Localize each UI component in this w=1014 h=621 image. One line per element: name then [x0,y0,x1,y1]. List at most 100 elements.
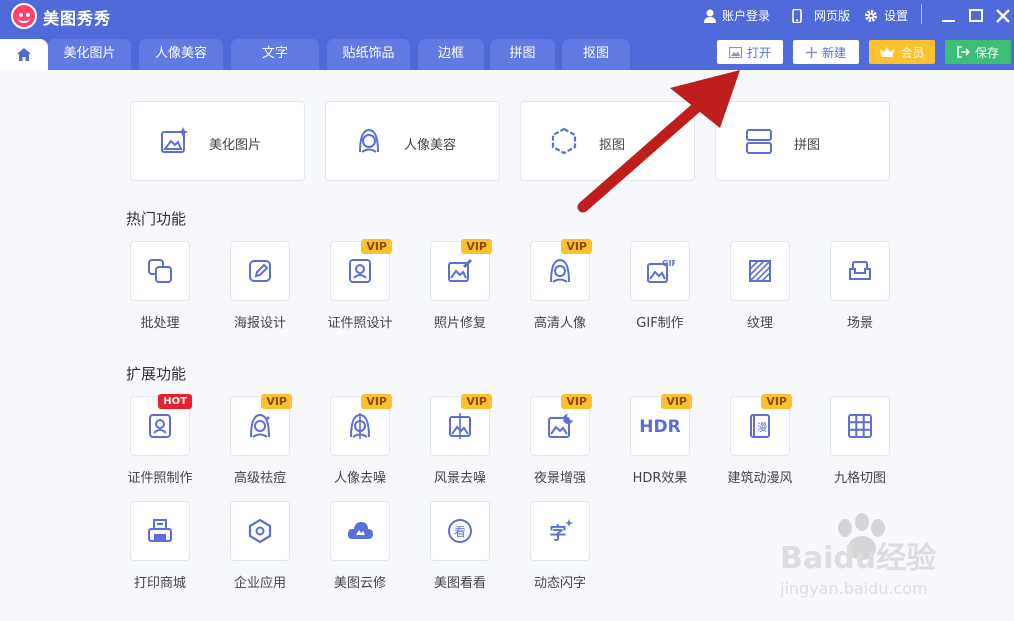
photo-repair-icon [448,258,473,282]
maximize-button[interactable] [965,5,987,27]
tab-portrait[interactable]: 人像美容 [139,39,223,70]
user-icon [704,9,716,23]
web-version-button[interactable]: 网页版 [792,7,850,24]
tool-night-enhance-label: 夜景增强 [533,471,586,486]
vip-button[interactable]: 会员 [869,40,935,64]
tab-beautify[interactable]: 美化图片 [48,39,131,70]
tab-text[interactable]: 文字 [231,39,319,70]
title-bar: 美图秀秀 账户登录 网页版 设置 [0,0,1014,38]
hexagon-cutout-icon [551,127,577,155]
phone-icon [792,8,802,23]
hdr-icon: HDR [640,417,680,437]
tool-batch[interactable]: 批处理 [117,241,203,331]
tool-viewer-label: 美图看看 [433,576,486,591]
acne-removal-icon [250,413,270,438]
settings-label: 设置 [884,9,909,23]
tool-gif[interactable]: GIF GIF制作 [617,241,703,331]
vip-badge: VIP [561,394,592,409]
tab-border[interactable]: 边框 [418,39,484,70]
viewer-char: 看 [454,525,466,539]
tool-scene-label: 场景 [846,316,873,331]
night-enhance-icon [548,414,573,438]
maximize-icon [969,9,983,22]
tool-id-photo-label: 证件照设计 [327,316,393,331]
settings-button[interactable]: 设置 [864,7,908,24]
tab-cutout[interactable]: 抠图 [562,39,630,70]
collage-icon [746,129,772,154]
tool-gif-label: GIF制作 [636,316,684,331]
tool-id-photo[interactable]: VIP 证件照设计 [317,239,403,331]
tool-printer[interactable]: 打印商城 [117,501,203,591]
vip-badge: VIP [461,239,492,254]
tool-acne-removal[interactable]: VIP 高级祛痘 [217,394,303,486]
gear-icon [865,9,877,22]
id-photo-icon [349,259,371,283]
tool-id-photo-make[interactable]: HOT 证件照制作 [117,394,203,486]
card-beautify[interactable]: 美化图片 [130,101,305,181]
vip-label: 会员 [900,45,925,60]
new-button[interactable]: 新建 [793,40,859,64]
tool-comic-building[interactable]: 漫 VIP 建筑动漫风 [717,394,803,486]
vip-badge: VIP [461,394,492,409]
image-icon [728,46,742,58]
tab-stickers[interactable]: 贴纸饰品 [327,39,410,70]
app-title: 美图秀秀 [43,9,112,28]
minimize-icon [942,20,955,22]
card-portrait-label: 人像美容 [404,138,457,153]
save-button[interactable]: 保存 [945,40,1011,64]
close-icon [996,9,1010,23]
hot-badge: HOT [158,394,192,409]
tool-grid-nine[interactable]: 九格切图 [817,396,903,486]
minimize-button[interactable] [938,5,960,27]
tool-viewer[interactable]: 看 美图看看 [417,501,503,591]
open-button[interactable]: 打开 [717,40,783,64]
tool-photo-repair-label: 照片修复 [433,316,486,331]
tab-bar: 美化图片 人像美容 文字 贴纸饰品 边框 拼图 抠图 打开 新建 会员 保存 [0,38,1014,70]
grid-nine-icon [848,414,872,438]
tool-hd-portrait[interactable]: VIP 高清人像 [517,239,603,331]
paw-logo-icon: Baidu经验 jingyan.baidu.com [779,513,936,598]
tool-scene[interactable]: 场景 [817,241,903,331]
texture-icon [749,260,771,282]
printer-icon [148,519,172,542]
tool-printer-label: 打印商城 [133,576,186,591]
web-version-label: 网页版 [814,9,851,23]
open-label: 打开 [746,45,771,60]
poster-edit-icon [249,260,271,282]
tool-photo-repair[interactable]: VIP 照片修复 [417,239,503,331]
card-cutout[interactable]: 抠图 [520,101,695,181]
card-portrait[interactable]: 人像美容 [325,101,500,181]
save-label: 保存 [974,45,999,60]
new-label: 新建 [821,45,846,60]
tool-enterprise[interactable]: 企业应用 [217,501,303,591]
comic-char: 漫 [757,422,767,434]
tool-poster[interactable]: 海报设计 [217,241,303,331]
tool-flash-text[interactable]: 字 动态闪字 [517,501,603,591]
image-edit-icon [161,127,188,153]
cloud-retouch-icon [347,522,373,539]
hdr-text: HDR [640,417,680,437]
flash-text-icon: 字 [550,519,573,544]
tool-portrait-denoise[interactable]: VIP 人像去噪 [317,394,403,486]
tool-flash-text-label: 动态闪字 [533,576,586,591]
tool-landscape-denoise[interactable]: VIP 风景去噪 [417,394,503,486]
tool-night-enhance[interactable]: VIP 夜景增强 [517,394,603,486]
close-button[interactable] [992,5,1014,27]
tool-enterprise-label: 企业应用 [233,576,286,591]
account-login-button[interactable]: 账户登录 [704,7,770,24]
tab-home[interactable] [0,39,58,70]
vip-badge: VIP [761,394,792,409]
scene-sofa-icon [849,261,871,280]
tool-portrait-denoise-label: 人像去噪 [333,471,386,486]
tool-hdr[interactable]: HDR VIP HDR效果 [617,394,703,486]
card-collage[interactable]: 拼图 [715,101,890,181]
extended-section-title: 扩展功能 [126,365,187,383]
gif-text: GIF [662,259,675,268]
tab-collage[interactable]: 拼图 [490,39,555,70]
comic-building-icon: 漫 [750,414,770,438]
flash-char: 字 [550,523,567,544]
tool-cloud-retouch[interactable]: 美图云修 [317,501,403,591]
tool-poster-label: 海报设计 [233,316,286,331]
tool-texture[interactable]: 纹理 [717,241,803,331]
baidu-watermark: Baidu经验 jingyan.baidu.com [779,510,1000,600]
